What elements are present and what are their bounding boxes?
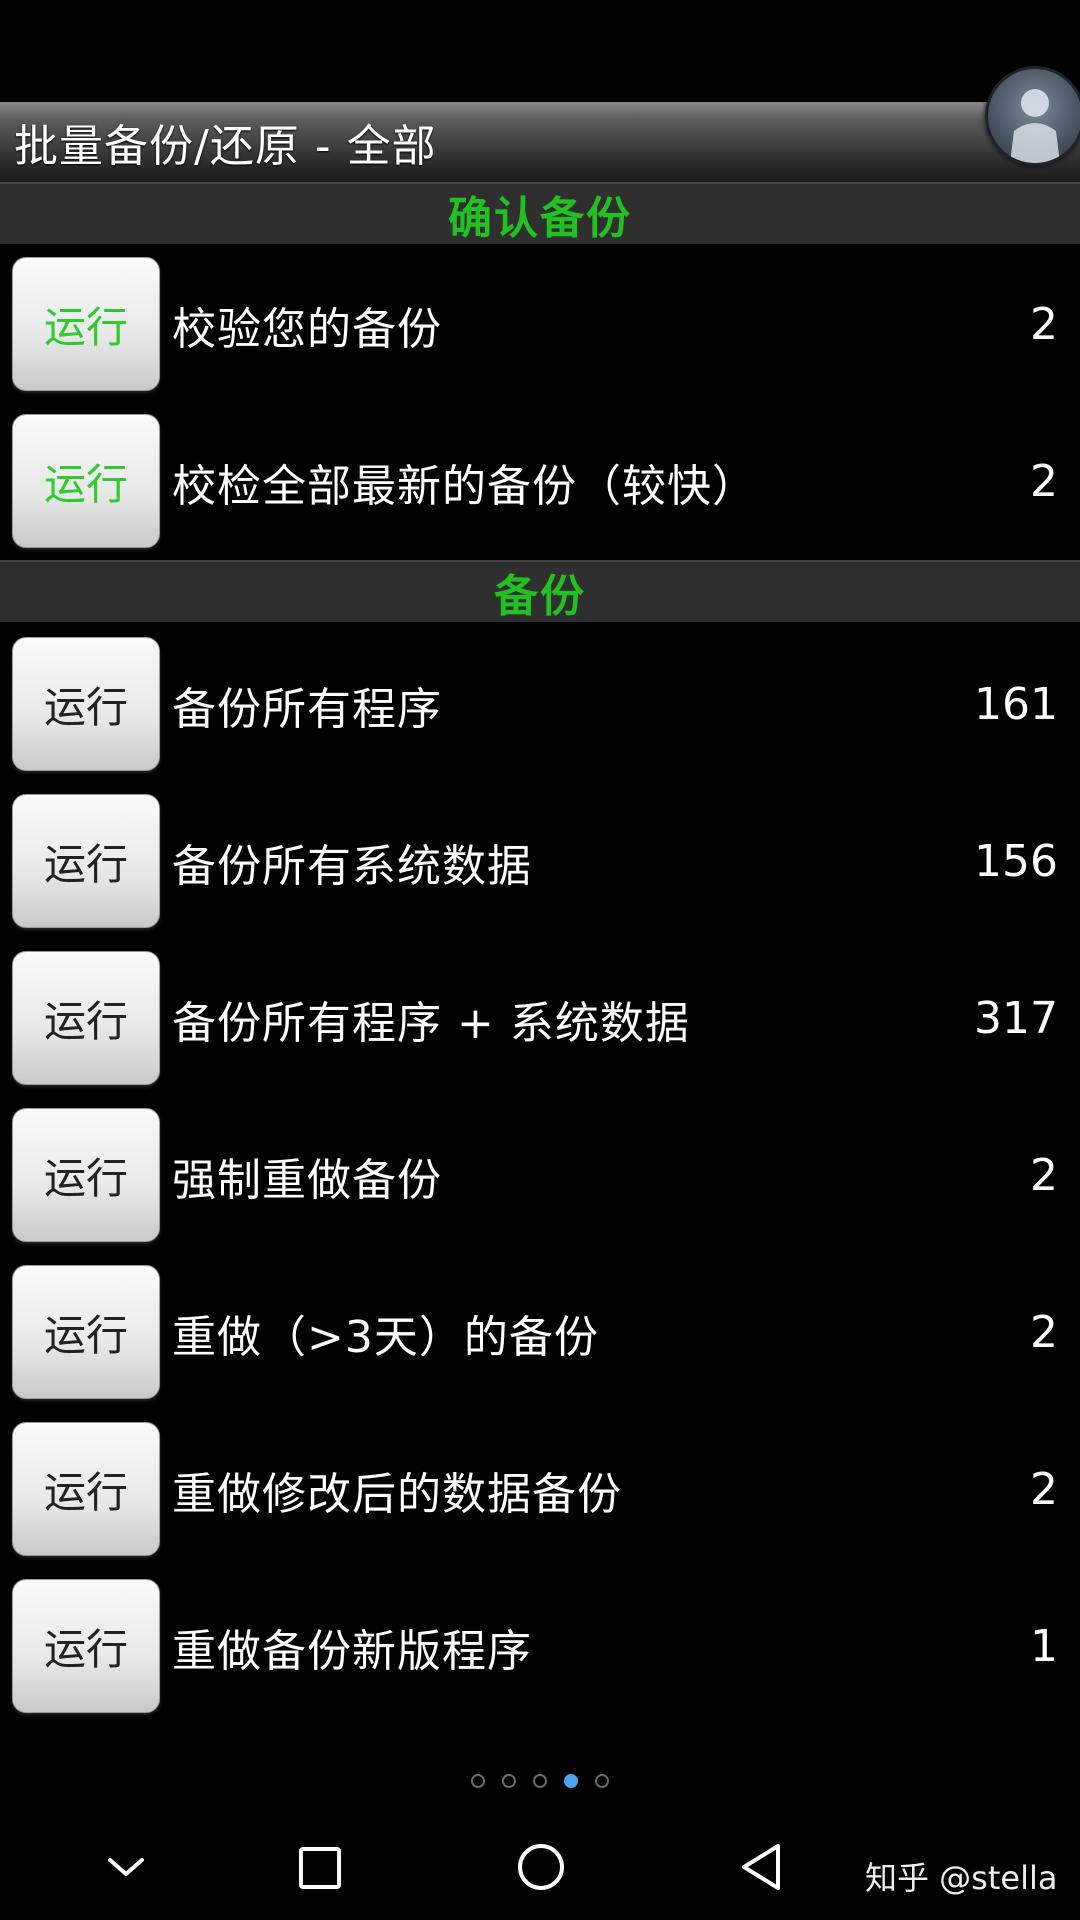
watermark-text: 知乎 @stella <box>865 1859 1058 1897</box>
page-dot[interactable] <box>595 1774 609 1788</box>
row-label: 备份所有程序 + 系统数据 <box>172 997 690 1049</box>
row-label: 校检全部最新的备份（较快） <box>172 460 757 512</box>
run-button[interactable]: 运行 <box>12 794 160 928</box>
page-dot[interactable] <box>502 1774 516 1788</box>
section-header-backup: 备份 <box>0 560 1080 622</box>
title-bar: 批量备份/还原 - 全部 <box>0 102 1080 182</box>
back-triangle-icon[interactable] <box>738 1842 784 1896</box>
run-button[interactable]: 运行 <box>12 1579 160 1713</box>
row-label: 备份所有程序 <box>172 683 442 735</box>
run-button[interactable]: 运行 <box>12 951 160 1085</box>
row-count: 2 <box>1030 1307 1058 1358</box>
list-item: 运行 备份所有系统数据 156 <box>0 783 1080 942</box>
run-button[interactable]: 运行 <box>12 1265 160 1399</box>
page-dot[interactable] <box>533 1774 547 1788</box>
row-label: 重做修改后的数据备份 <box>172 1468 622 1520</box>
row-count: 1 <box>1030 1621 1058 1672</box>
page-dot-active[interactable] <box>564 1774 578 1788</box>
page-title: 批量备份/还原 - 全部 <box>14 121 437 172</box>
chevron-down-icon[interactable] <box>104 1852 148 1886</box>
run-button[interactable]: 运行 <box>12 414 160 548</box>
row-count: 2 <box>1030 299 1058 350</box>
row-label: 重做备份新版程序 <box>172 1625 532 1677</box>
row-label: 重做（>3天）的备份 <box>172 1311 599 1363</box>
row-count: 2 <box>1030 1150 1058 1201</box>
list-item: 运行 备份所有程序 161 <box>0 626 1080 785</box>
row-label: 强制重做备份 <box>172 1154 442 1206</box>
list-item: 运行 备份所有程序 + 系统数据 317 <box>0 940 1080 1099</box>
section-header-verify: 确认备份 <box>0 182 1080 244</box>
run-button[interactable]: 运行 <box>12 1422 160 1556</box>
page-indicator <box>0 1774 1080 1798</box>
row-label: 校验您的备份 <box>172 303 442 355</box>
run-button[interactable]: 运行 <box>12 257 160 391</box>
run-button[interactable]: 运行 <box>12 637 160 771</box>
row-count: 156 <box>974 836 1058 887</box>
row-count: 2 <box>1030 1464 1058 1515</box>
run-button[interactable]: 运行 <box>12 1108 160 1242</box>
list-item: 运行 重做（>3天）的备份 2 <box>0 1254 1080 1413</box>
row-count: 2 <box>1030 456 1058 507</box>
list-item: 运行 强制重做备份 2 <box>0 1097 1080 1256</box>
row-label: 备份所有系统数据 <box>172 840 532 892</box>
list-item: 运行 校检全部最新的备份（较快） 2 <box>0 403 1080 562</box>
avatar[interactable] <box>985 66 1080 166</box>
home-circle-icon[interactable] <box>516 1842 566 1896</box>
row-count: 161 <box>974 679 1058 730</box>
list-item: 运行 重做修改后的数据备份 2 <box>0 1411 1080 1570</box>
recent-apps-square-icon[interactable] <box>298 1846 342 1894</box>
page-dot[interactable] <box>471 1774 485 1788</box>
row-count: 317 <box>974 993 1058 1044</box>
person-silhouette-icon <box>1010 89 1060 163</box>
list-item: 运行 重做备份新版程序 1 <box>0 1568 1080 1725</box>
list-item: 运行 校验您的备份 2 <box>0 246 1080 405</box>
